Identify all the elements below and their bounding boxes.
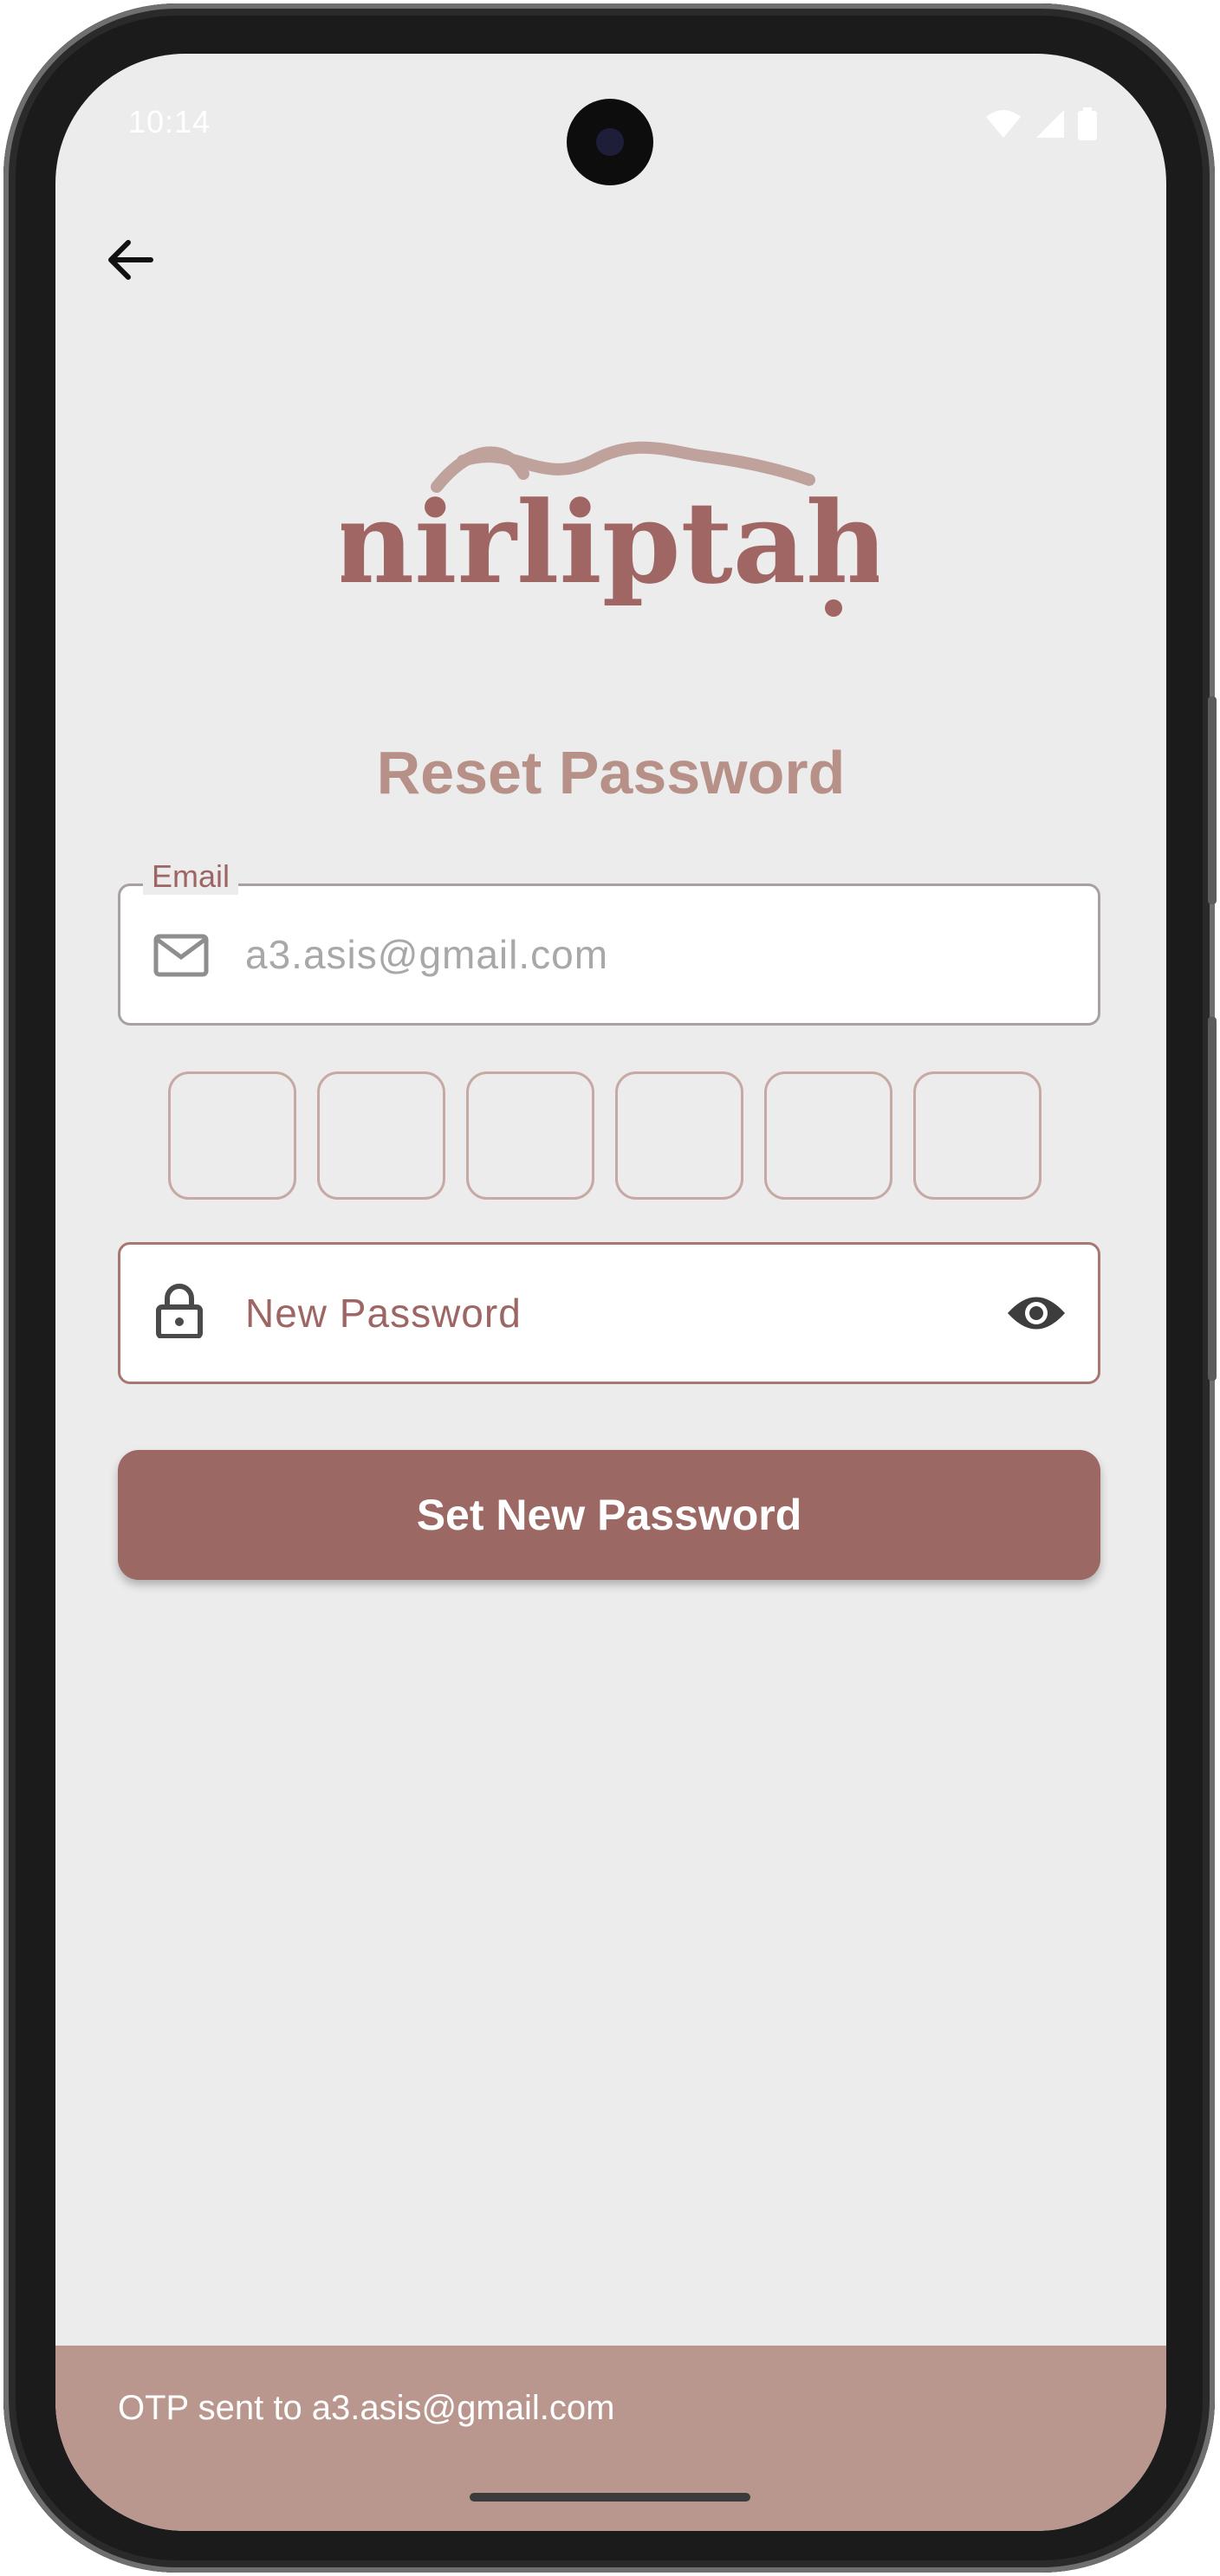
brand-logo: nirliptah bbox=[341, 441, 879, 617]
lock-icon bbox=[156, 1284, 203, 1338]
signal-icon bbox=[1036, 110, 1064, 138]
front-camera bbox=[567, 99, 653, 185]
otp-box-5[interactable] bbox=[764, 1071, 892, 1200]
phone-frame: 10:14 nirliptah Reset Password Email a3.… bbox=[3, 3, 1217, 2573]
eye-icon[interactable] bbox=[1006, 1291, 1067, 1335]
otp-box-3[interactable] bbox=[466, 1071, 594, 1200]
app-screen: 10:14 nirliptah Reset Password Email a3.… bbox=[55, 54, 1166, 2531]
snackbar-message: OTP sent to a3.asis@gmail.com bbox=[118, 2389, 615, 2427]
battery-icon bbox=[1078, 107, 1097, 140]
new-password-field[interactable]: New Password bbox=[118, 1242, 1100, 1384]
email-value: a3.asis@gmail.com bbox=[245, 932, 609, 977]
side-button bbox=[1208, 696, 1217, 904]
otp-box-6[interactable] bbox=[913, 1071, 1042, 1200]
otp-box-4[interactable] bbox=[615, 1071, 743, 1200]
logo-text: nirliptah bbox=[341, 476, 879, 609]
otp-box-2[interactable] bbox=[317, 1071, 445, 1200]
otp-box-1[interactable] bbox=[168, 1071, 296, 1200]
snackbar: OTP sent to a3.asis@gmail.com bbox=[55, 2346, 1166, 2531]
wifi-icon bbox=[986, 110, 1021, 138]
new-password-placeholder: New Password bbox=[245, 1291, 522, 1336]
set-new-password-button[interactable]: Set New Password bbox=[118, 1450, 1100, 1580]
home-indicator[interactable] bbox=[470, 2493, 750, 2502]
mail-icon bbox=[153, 934, 209, 977]
back-arrow-icon[interactable] bbox=[102, 232, 158, 288]
page-title: Reset Password bbox=[376, 739, 846, 806]
email-label: Email bbox=[143, 858, 239, 895]
status-icons bbox=[984, 107, 1097, 140]
status-time: 10:14 bbox=[128, 104, 211, 139]
otp-row bbox=[168, 1071, 1042, 1200]
email-field[interactable]: Email a3.asis@gmail.com bbox=[118, 858, 1100, 1026]
volume-button bbox=[1208, 1017, 1217, 1381]
